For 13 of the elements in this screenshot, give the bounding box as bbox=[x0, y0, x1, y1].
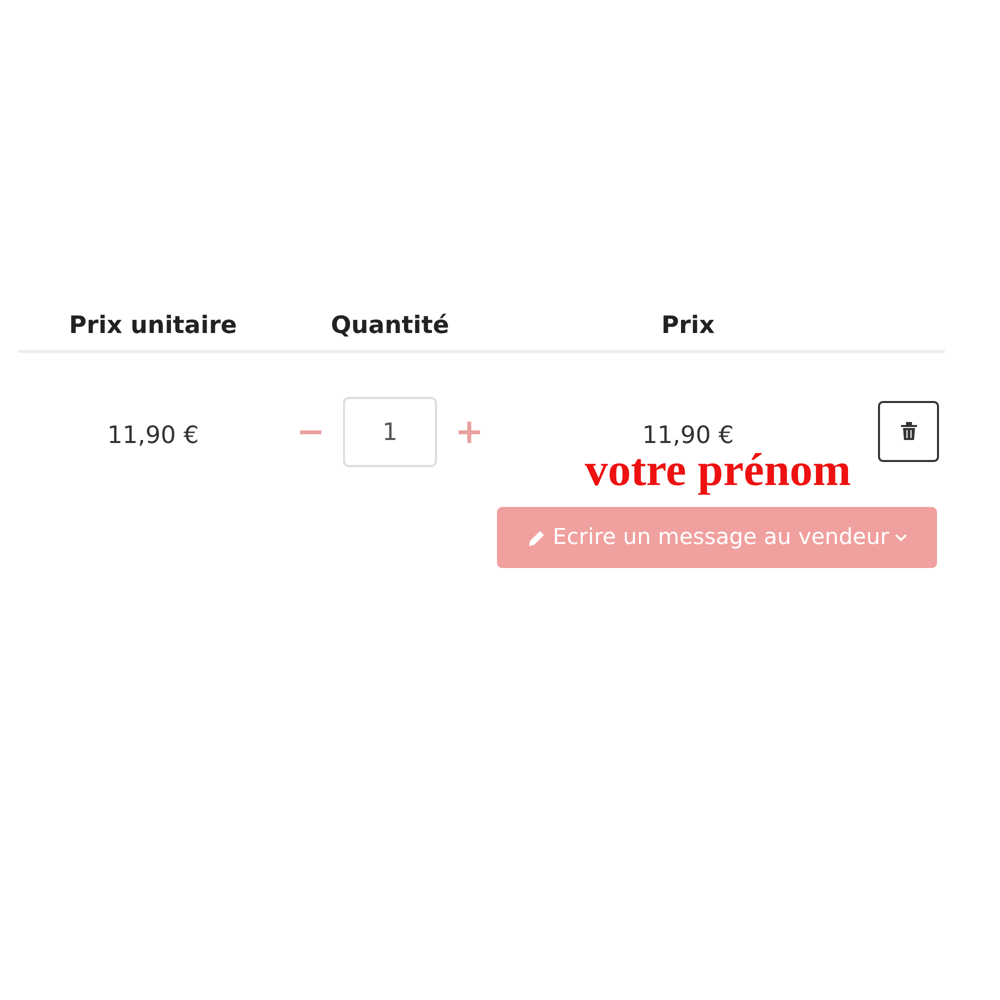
column-header: Prix bbox=[661, 311, 715, 339]
price: 11,90 € bbox=[642, 421, 734, 449]
annotation-text: votre prénom bbox=[584, 447, 851, 493]
delete-button[interactable] bbox=[878, 400, 939, 462]
column-header: Quantité bbox=[330, 311, 450, 339]
increment-button[interactable]: + bbox=[449, 415, 490, 449]
unit-price: 11,90 € bbox=[107, 421, 199, 449]
quantity-field[interactable]: 1 bbox=[343, 397, 437, 467]
decrement-button[interactable]: − bbox=[290, 415, 331, 449]
message-seller-button[interactable]: Ecrire un message au vendeur bbox=[497, 507, 937, 568]
trash-icon bbox=[900, 421, 918, 441]
chevron-icon bbox=[895, 534, 908, 542]
column-header: Prix unitaire bbox=[69, 311, 237, 339]
